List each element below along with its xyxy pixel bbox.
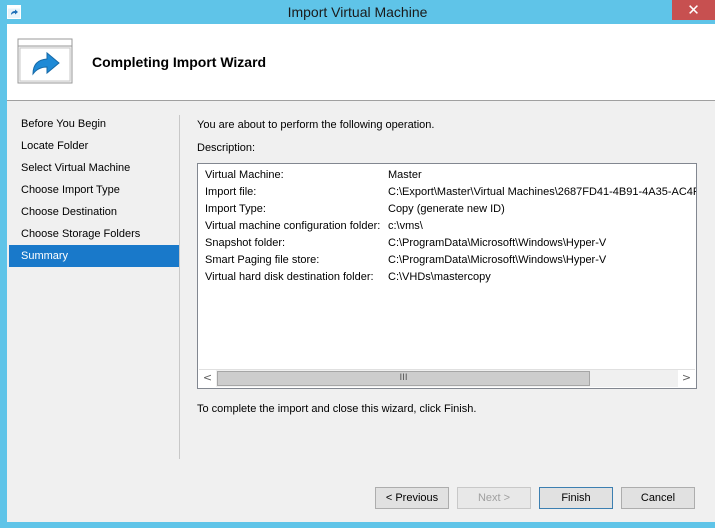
nav-item-summary[interactable]: Summary (9, 245, 180, 267)
description-box[interactable]: Virtual Machine: Master Import file: C:\… (197, 163, 697, 389)
scroll-right-icon[interactable]: > (678, 370, 695, 387)
title-bar: Import Virtual Machine ✕ (0, 0, 715, 24)
horizontal-scrollbar[interactable]: < III > (199, 369, 695, 387)
nav-item-select-virtual-machine[interactable]: Select Virtual Machine (9, 157, 180, 179)
summary-panel: You are about to perform the following o… (197, 101, 707, 522)
nav-item-choose-storage-folders[interactable]: Choose Storage Folders (9, 223, 180, 245)
next-button[interactable]: Next > (457, 487, 531, 509)
nav-item-choose-destination[interactable]: Choose Destination (9, 201, 180, 223)
page-title: Completing Import Wizard (92, 54, 267, 70)
detail-value: Copy (generate new ID) (388, 203, 505, 215)
nav-item-choose-import-type[interactable]: Choose Import Type (9, 179, 180, 201)
finish-instructions: To complete the import and close this wi… (197, 403, 477, 415)
wizard-header: Completing Import Wizard (7, 24, 715, 100)
previous-button[interactable]: < Previous (375, 487, 449, 509)
close-icon: ✕ (687, 1, 700, 19)
detail-key: Virtual machine configuration folder: (205, 220, 381, 232)
cancel-button[interactable]: Cancel (621, 487, 695, 509)
detail-value: C:\ProgramData\Microsoft\Windows\Hyper-V (388, 254, 607, 266)
wizard-steps-nav: Before You Begin Locate Folder Select Vi… (9, 113, 180, 267)
window-title: Import Virtual Machine (287, 4, 428, 20)
description-label: Description: (197, 142, 256, 154)
window-frame-left (0, 24, 7, 528)
close-button[interactable]: ✕ (672, 0, 715, 20)
detail-key: Smart Paging file store: (205, 254, 320, 266)
detail-value: Master (388, 169, 422, 181)
detail-value: c:\vms\ (388, 220, 423, 232)
detail-value: C:\VHDs\mastercopy (388, 271, 491, 283)
scrollbar-thumb[interactable]: III (217, 371, 590, 386)
detail-value: C:\ProgramData\Microsoft\Windows\Hyper-V (388, 237, 607, 249)
detail-key: Import Type: (205, 203, 266, 215)
nav-item-before-you-begin[interactable]: Before You Begin (9, 113, 180, 135)
nav-divider (179, 115, 180, 459)
intro-text: You are about to perform the following o… (197, 119, 435, 131)
detail-key: Snapshot folder: (205, 237, 286, 249)
detail-value: C:\Export\Master\Virtual Machines\2687FD… (388, 186, 697, 198)
nav-item-locate-folder[interactable]: Locate Folder (9, 135, 180, 157)
window-frame-bottom (0, 522, 715, 528)
finish-button[interactable]: Finish (539, 487, 613, 509)
wizard-content: Before You Begin Locate Folder Select Vi… (7, 101, 715, 522)
wizard-arrow-icon (17, 38, 73, 84)
scrollbar-grip-icon: III (399, 373, 408, 383)
scroll-left-icon[interactable]: < (199, 370, 216, 387)
detail-key: Import file: (205, 186, 257, 198)
detail-key: Virtual hard disk destination folder: (205, 271, 374, 283)
detail-key: Virtual Machine: (205, 169, 284, 181)
